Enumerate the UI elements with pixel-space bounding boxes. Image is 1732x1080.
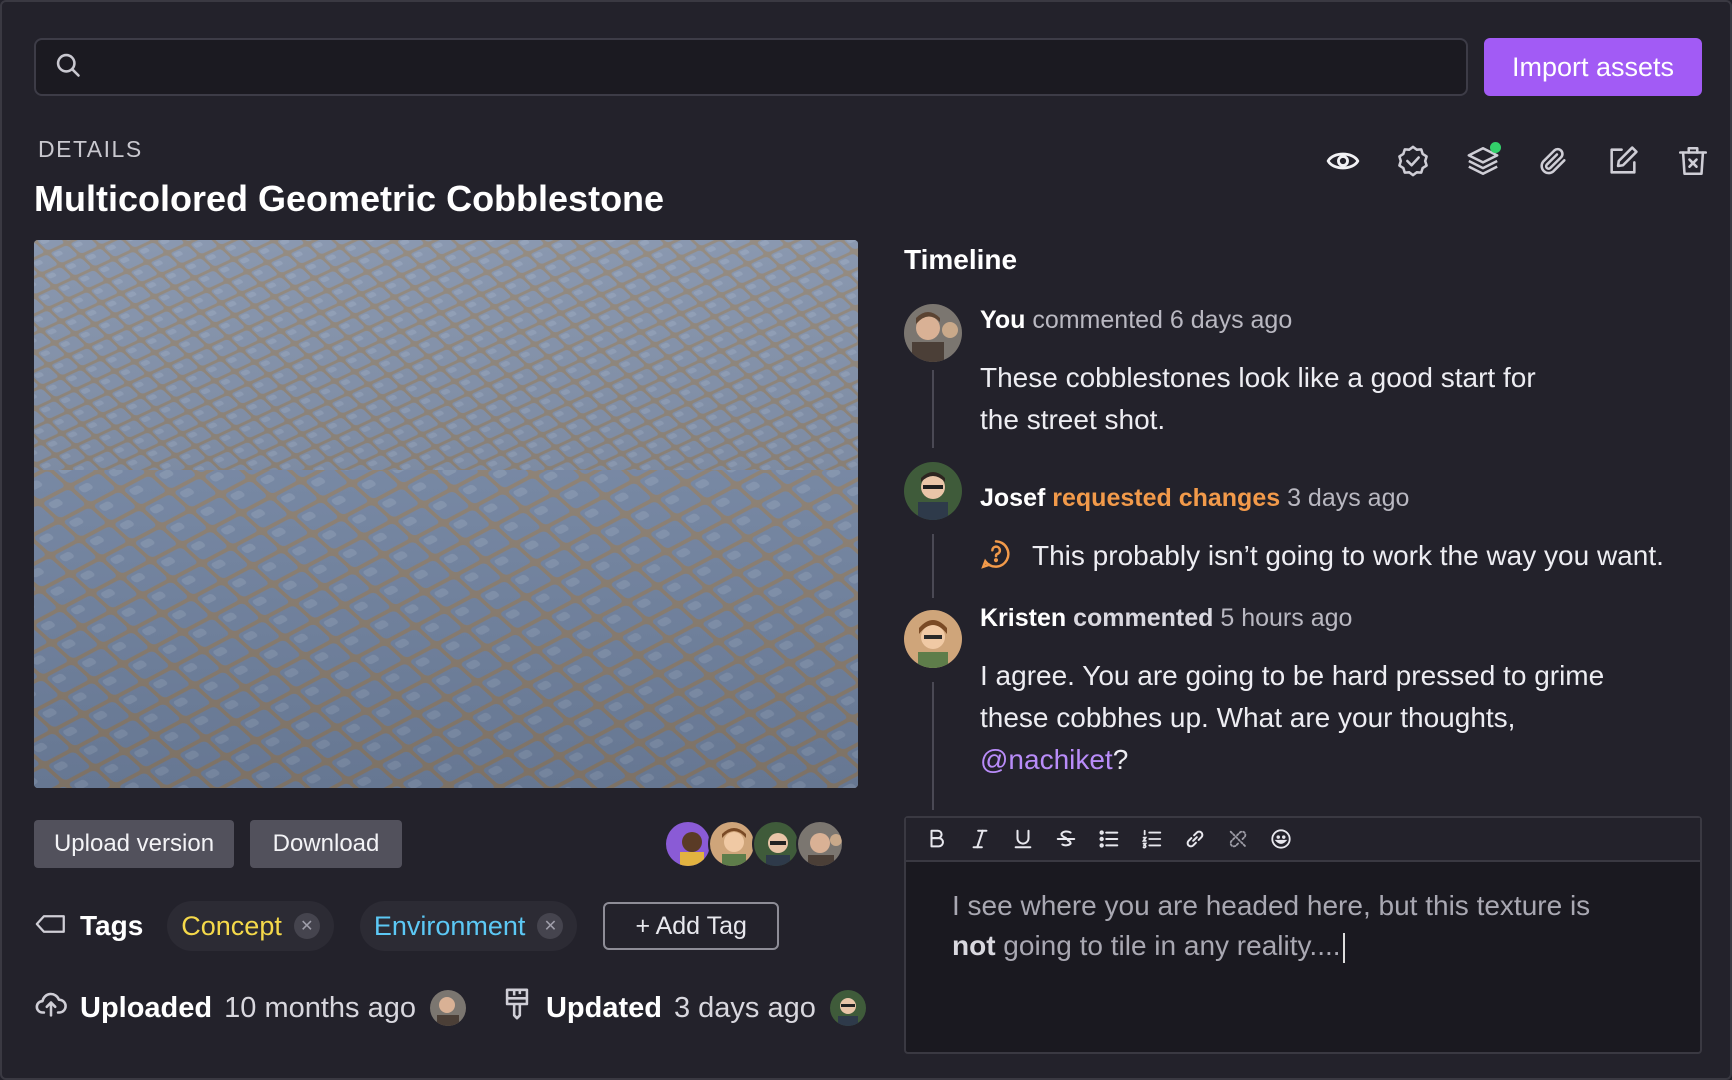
numbered-list-icon[interactable]	[1139, 826, 1165, 852]
upload-version-button[interactable]: Upload version	[34, 820, 234, 868]
editor-line: not going to tile in any reality....	[952, 926, 1654, 966]
comment-line: these cobbhes up. What are your thoughts…	[980, 702, 1516, 733]
timeline-connector	[932, 682, 934, 810]
layers-icon[interactable]	[1462, 140, 1504, 182]
link-icon[interactable]	[1182, 826, 1208, 852]
asset-details-window: Import assets DETAILS Multicolored Geome…	[0, 0, 1732, 1080]
strikethrough-icon[interactable]	[1053, 826, 1079, 852]
text-caret	[1342, 932, 1345, 963]
entry-action: commented	[1073, 604, 1214, 632]
comment-body: I agree. You are going to be hard presse…	[980, 655, 1604, 781]
timeline-connector	[932, 370, 934, 448]
comment-input[interactable]: I see where you are headed here, but thi…	[906, 862, 1700, 990]
avatar[interactable]	[664, 820, 712, 868]
bold-icon[interactable]	[924, 826, 950, 852]
updated-value: 3 days ago	[673, 991, 816, 1024]
bullet-list-icon[interactable]	[1096, 826, 1122, 852]
tag-chip[interactable]: Environment ✕	[359, 901, 578, 951]
bold-text: not	[952, 930, 996, 961]
entry-action: commented	[1032, 306, 1163, 334]
underline-icon[interactable]	[1010, 826, 1036, 852]
import-assets-button[interactable]: Import assets	[1484, 38, 1702, 96]
entry-time: 3 days ago	[1287, 484, 1410, 512]
editor-line: I see where you are headed here, but thi…	[952, 890, 1591, 921]
download-button[interactable]: Download	[250, 820, 402, 868]
timeline-entry-header: You commented 6 days ago	[980, 306, 1292, 335]
tags-row: Tags Concept ✕ Environment ✕ + Add Tag	[34, 900, 779, 952]
paperclip-icon[interactable]	[1532, 140, 1574, 182]
online-indicator	[1490, 142, 1501, 153]
question-icon	[980, 538, 1012, 575]
updated-label: Updated	[545, 991, 662, 1024]
unlink-icon[interactable]	[1225, 826, 1251, 852]
avatar[interactable]	[796, 820, 844, 868]
asset-preview-image	[34, 240, 858, 788]
remove-tag-icon[interactable]: ✕	[293, 913, 320, 939]
avatar[interactable]	[429, 990, 466, 1026]
avatar[interactable]	[904, 304, 962, 362]
comment-line: I agree. You are going to be hard presse…	[980, 660, 1605, 691]
uploaded-label: Uploaded	[80, 991, 213, 1024]
brush-icon	[500, 987, 534, 1029]
entry-time: 6 days ago	[1169, 306, 1293, 334]
collaborator-avatars[interactable]	[664, 820, 844, 868]
avatar[interactable]	[904, 462, 962, 520]
timeline-entry-header: Kristen commented 5 hours ago	[980, 604, 1352, 633]
user-mention-link[interactable]: @nachiket	[980, 744, 1113, 775]
comment-editor[interactable]: I see where you are headed here, but thi…	[904, 816, 1702, 1054]
avatar[interactable]	[752, 820, 800, 868]
verified-badge-icon[interactable]	[1392, 140, 1434, 182]
tag-icon	[34, 907, 68, 946]
tag-chip[interactable]: Concept ✕	[167, 901, 334, 951]
edit-icon[interactable]	[1602, 140, 1644, 182]
timeline-connector	[932, 534, 934, 598]
comment-body: This probably isn’t going to work the wa…	[1032, 540, 1664, 571]
author-name[interactable]: You	[980, 306, 1025, 334]
trash-icon[interactable]	[1672, 140, 1714, 182]
tag-label: Concept	[181, 910, 282, 941]
comment-suffix: ?	[1112, 744, 1129, 775]
avatar[interactable]	[829, 990, 866, 1026]
entry-time: 5 hours ago	[1220, 604, 1353, 632]
cloud-upload-icon	[34, 987, 68, 1029]
editor-text-run: going to tile in any reality....	[995, 930, 1341, 961]
add-tag-button[interactable]: + Add Tag	[603, 902, 779, 950]
editor-toolbar	[906, 818, 1700, 862]
tag-label: Environment	[373, 910, 526, 941]
asset-meta: Uploaded 10 months ago Updated 3 days ag…	[34, 982, 866, 1034]
italic-icon[interactable]	[967, 826, 993, 852]
avatar[interactable]	[904, 610, 962, 668]
entry-action: requested changes	[1052, 484, 1281, 512]
section-label: DETAILS	[38, 136, 143, 162]
page-title: Multicolored Geometric Cobblestone	[34, 178, 665, 219]
search-input[interactable]	[82, 40, 1466, 94]
tags-label: Tags	[80, 910, 144, 941]
eye-icon[interactable]	[1322, 140, 1364, 182]
comment-line: These cobblestones look like a good star…	[980, 362, 1536, 393]
emoji-icon[interactable]	[1268, 826, 1294, 852]
search-icon	[54, 51, 82, 84]
author-name[interactable]: Josef	[980, 484, 1045, 512]
avatar[interactable]	[708, 820, 756, 868]
remove-tag-icon[interactable]: ✕	[537, 913, 564, 939]
timeline-title: Timeline	[904, 244, 1018, 275]
comment-line: the street shot.	[980, 404, 1166, 435]
asset-actions	[1322, 140, 1714, 182]
author-name[interactable]: Kristen	[980, 604, 1066, 632]
search-bar[interactable]	[34, 38, 1468, 96]
comment-line: @nachiket?	[980, 739, 1604, 781]
timeline-entry-header: Josef requested changes 3 days ago	[980, 484, 1409, 513]
uploaded-value: 10 months ago	[224, 991, 416, 1024]
comment-body: These cobblestones look like a good star…	[980, 357, 1536, 441]
